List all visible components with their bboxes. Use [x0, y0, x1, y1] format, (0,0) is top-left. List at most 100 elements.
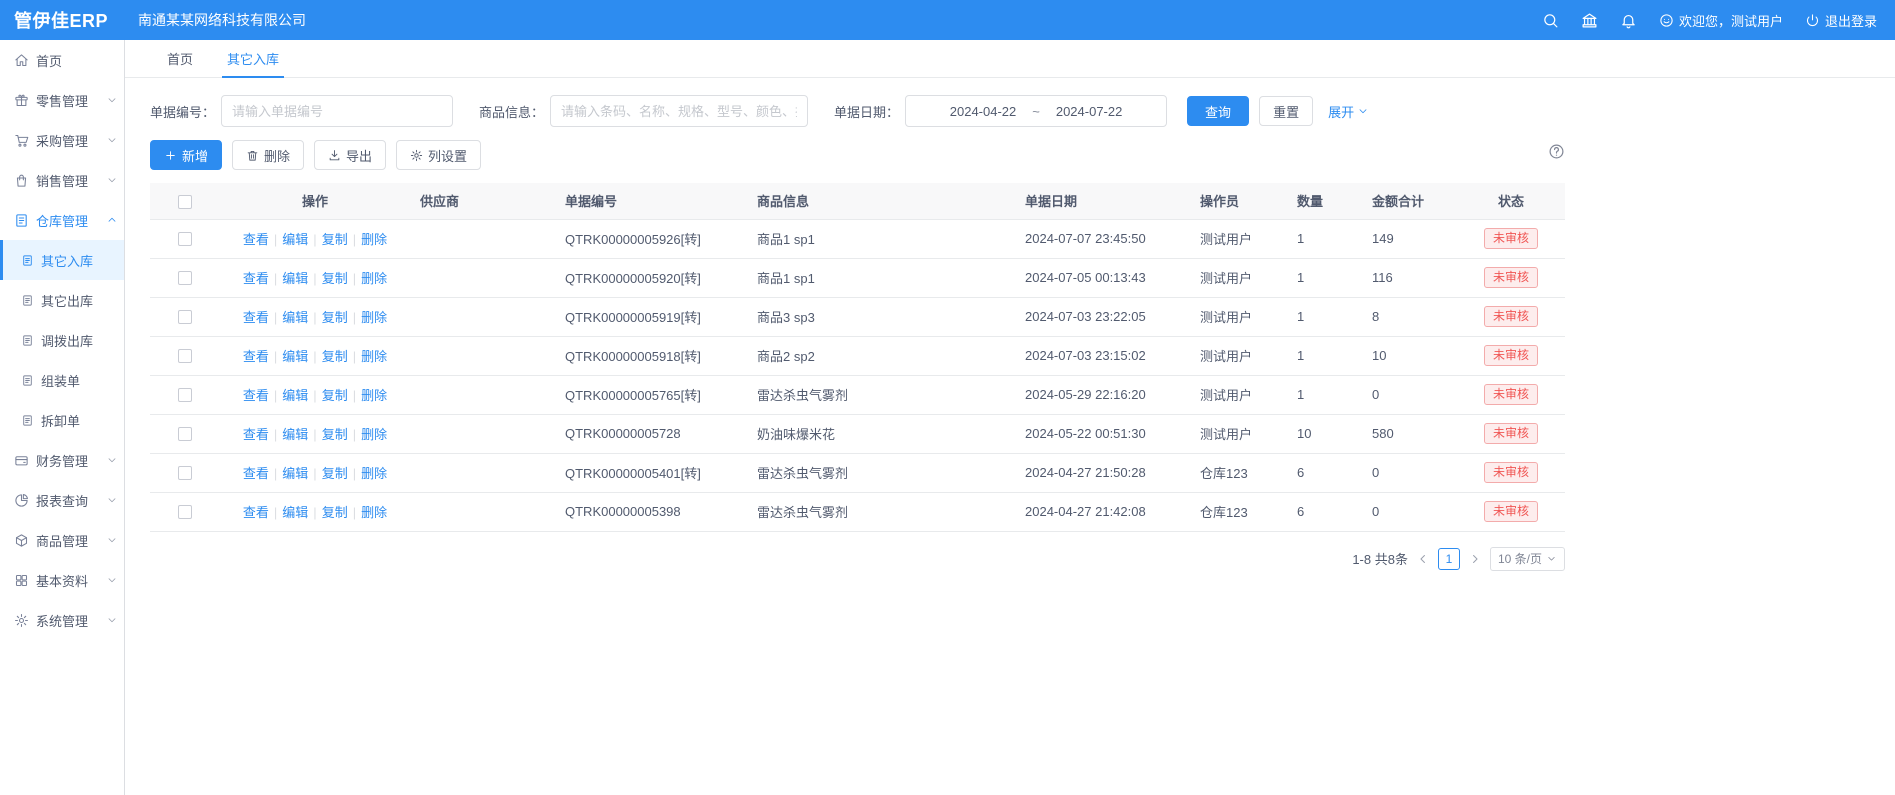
row-checkbox[interactable]	[178, 466, 192, 480]
status-badge: 未审核	[1484, 384, 1538, 405]
column-header: 操作	[220, 183, 410, 219]
date-end[interactable]: 2024-07-22	[1056, 104, 1123, 119]
row-action-view[interactable]: 查看	[243, 271, 269, 286]
search-icon[interactable]	[1542, 12, 1559, 29]
sidebar-item-system-mgmt[interactable]: 系统管理	[0, 600, 124, 640]
help-icon[interactable]	[1548, 143, 1565, 160]
row-action-edit[interactable]: 编辑	[282, 232, 308, 247]
row-action-delete[interactable]: 删除	[361, 349, 387, 364]
export-icon	[328, 149, 341, 162]
status-cell: 未审核	[1457, 258, 1565, 297]
sidebar-item-sales-mgmt[interactable]: 销售管理	[0, 160, 124, 200]
sidebar-item-other-outbound[interactable]: 其它出库	[0, 280, 124, 320]
row-action-delete[interactable]: 删除	[361, 310, 387, 325]
row-action-copy[interactable]: 复制	[322, 271, 348, 286]
product-info-input[interactable]	[550, 95, 808, 127]
tab-other-inbound[interactable]: 其它入库	[210, 40, 296, 77]
row-action-edit[interactable]: 编辑	[282, 310, 308, 325]
prev-page-button[interactable]	[1416, 552, 1430, 566]
bank-icon[interactable]	[1581, 12, 1598, 29]
table-body: 查看|编辑|复制|删除QTRK00000005926[转]商品1 sp12024…	[150, 219, 1565, 531]
date-cell: 2024-04-27 21:42:08	[1015, 492, 1190, 531]
row-action-copy[interactable]: 复制	[322, 466, 348, 481]
row-action-edit[interactable]: 编辑	[282, 349, 308, 364]
page-size-select[interactable]: 10 条/页	[1490, 547, 1565, 571]
date-cell: 2024-07-05 00:13:43	[1015, 258, 1190, 297]
sidebar-item-other-inbound[interactable]: 其它入库	[0, 240, 124, 280]
sidebar-item-assembly-order[interactable]: 组装单	[0, 360, 124, 400]
sales-icon	[14, 173, 29, 188]
delete-button[interactable]: 删除	[232, 140, 304, 170]
row-action-view[interactable]: 查看	[243, 349, 269, 364]
content-area: 单据编号： 商品信息： 单据日期： 2024-04-22 ~ 2024-07-2…	[125, 78, 1590, 571]
row-action-delete[interactable]: 删除	[361, 505, 387, 520]
row-action-edit[interactable]: 编辑	[282, 427, 308, 442]
sidebar-item-finance-mgmt[interactable]: 财务管理	[0, 440, 124, 480]
sidebar-item-basic-data[interactable]: 基本资料	[0, 560, 124, 600]
sidebar-item-home[interactable]: 首页	[0, 40, 124, 80]
search-button[interactable]: 查询	[1187, 96, 1249, 126]
records-table: 操作供应商单据编号商品信息单据日期操作员数量金额合计状态 查看|编辑|复制|删除…	[150, 183, 1565, 532]
row-action-view[interactable]: 查看	[243, 427, 269, 442]
row-action-delete[interactable]: 删除	[361, 427, 387, 442]
row-checkbox[interactable]	[178, 232, 192, 246]
next-page-button[interactable]	[1468, 552, 1482, 566]
date-range-picker[interactable]: 2024-04-22 ~ 2024-07-22	[905, 95, 1167, 127]
row-checkbox[interactable]	[178, 505, 192, 519]
add-button[interactable]: 新增	[150, 140, 222, 170]
sidebar-item-retail-mgmt[interactable]: 零售管理	[0, 80, 124, 120]
row-action-view[interactable]: 查看	[243, 310, 269, 325]
row-action-delete[interactable]: 删除	[361, 232, 387, 247]
expand-toggle[interactable]: 展开	[1328, 102, 1369, 121]
action-separator: |	[313, 349, 316, 364]
welcome-user[interactable]: 欢迎您，测试用户	[1659, 11, 1783, 30]
export-button[interactable]: 导出	[314, 140, 386, 170]
table-row: 查看|编辑|复制|删除QTRK00000005765[转]雷达杀虫气雾剂2024…	[150, 375, 1565, 414]
bell-icon[interactable]	[1620, 12, 1637, 29]
logout-button[interactable]: 退出登录	[1805, 11, 1877, 30]
column-header: 金额合计	[1362, 183, 1457, 219]
sidebar-item-warehouse-mgmt[interactable]: 仓库管理	[0, 200, 124, 240]
row-action-copy[interactable]: 复制	[322, 232, 348, 247]
row-checkbox[interactable]	[178, 310, 192, 324]
row-action-edit[interactable]: 编辑	[282, 271, 308, 286]
row-checkbox[interactable]	[178, 427, 192, 441]
row-checkbox[interactable]	[178, 388, 192, 402]
tab-home[interactable]: 首页	[150, 40, 210, 77]
qty-cell: 1	[1287, 336, 1362, 375]
sidebar-item-transfer-outbound[interactable]: 调拨出库	[0, 320, 124, 360]
row-action-copy[interactable]: 复制	[322, 427, 348, 442]
row-action-edit[interactable]: 编辑	[282, 505, 308, 520]
row-checkbox[interactable]	[178, 349, 192, 363]
row-checkbox[interactable]	[178, 271, 192, 285]
row-action-edit[interactable]: 编辑	[282, 388, 308, 403]
row-select-cell	[150, 414, 220, 453]
sidebar-item-goods-mgmt[interactable]: 商品管理	[0, 520, 124, 560]
row-action-copy[interactable]: 复制	[322, 349, 348, 364]
column-settings-button[interactable]: 列设置	[396, 140, 481, 170]
sidebar-item-purchase-mgmt[interactable]: 采购管理	[0, 120, 124, 160]
product-cell: 商品2 sp2	[747, 336, 1015, 375]
row-action-copy[interactable]: 复制	[322, 505, 348, 520]
row-action-view[interactable]: 查看	[243, 505, 269, 520]
row-select-cell	[150, 492, 220, 531]
row-action-view[interactable]: 查看	[243, 388, 269, 403]
row-action-delete[interactable]: 删除	[361, 271, 387, 286]
column-settings-label: 列设置	[428, 146, 467, 165]
reset-button[interactable]: 重置	[1259, 96, 1313, 126]
row-action-delete[interactable]: 删除	[361, 388, 387, 403]
date-cell: 2024-07-03 23:15:02	[1015, 336, 1190, 375]
row-action-view[interactable]: 查看	[243, 466, 269, 481]
page-number[interactable]: 1	[1438, 548, 1460, 570]
row-action-copy[interactable]: 复制	[322, 388, 348, 403]
sidebar-item-disassembly-order[interactable]: 拆卸单	[0, 400, 124, 440]
date-start[interactable]: 2024-04-22	[950, 104, 1017, 119]
sidebar-item-report-query[interactable]: 报表查询	[0, 480, 124, 520]
row-action-delete[interactable]: 删除	[361, 466, 387, 481]
row-action-edit[interactable]: 编辑	[282, 466, 308, 481]
supplier-cell	[410, 336, 555, 375]
row-action-view[interactable]: 查看	[243, 232, 269, 247]
select-all-checkbox[interactable]	[178, 195, 192, 209]
order-no-input[interactable]	[221, 95, 453, 127]
row-action-copy[interactable]: 复制	[322, 310, 348, 325]
